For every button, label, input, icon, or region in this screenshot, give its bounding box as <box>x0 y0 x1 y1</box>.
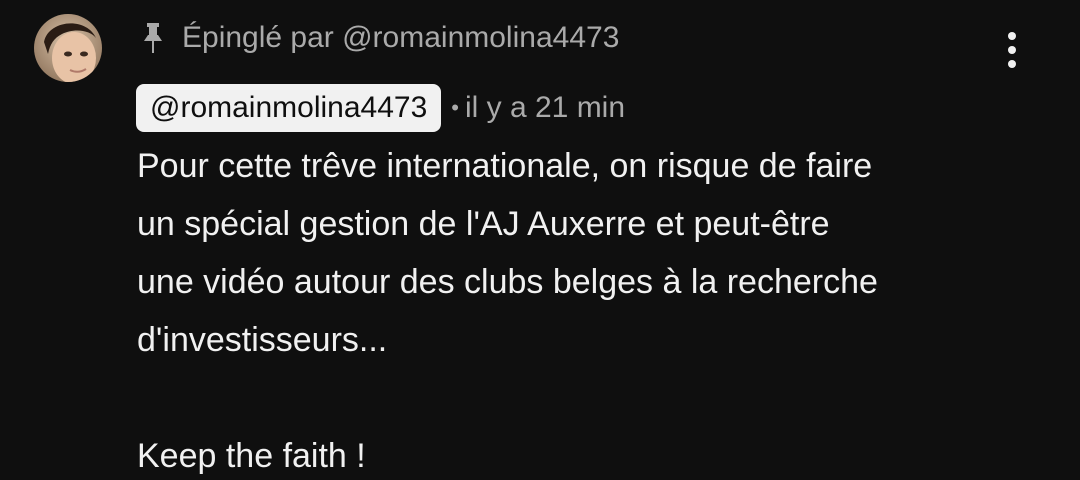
avatar[interactable] <box>34 14 102 82</box>
pinned-by-label: Épinglé par @romainmolina4473 <box>182 21 620 54</box>
meta-separator: • <box>451 95 459 120</box>
pin-icon <box>140 21 166 55</box>
more-vertical-icon <box>1008 32 1016 68</box>
comment-text: Pour cette trêve internationale, on risq… <box>137 147 878 475</box>
author-handle-chip[interactable]: @romainmolina4473 <box>136 84 442 132</box>
avatar-image <box>34 14 102 82</box>
pinned-by-row: Épinglé par @romainmolina4473 <box>140 18 619 58</box>
more-actions-button[interactable] <box>992 22 1032 78</box>
comment-header: @romainmolina4473 • il y a 21 min <box>136 84 625 132</box>
pinned-comment: Épinglé par @romainmolina4473 @romainmol… <box>0 0 1080 480</box>
comment-timestamp[interactable]: il y a 21 min <box>465 91 625 125</box>
